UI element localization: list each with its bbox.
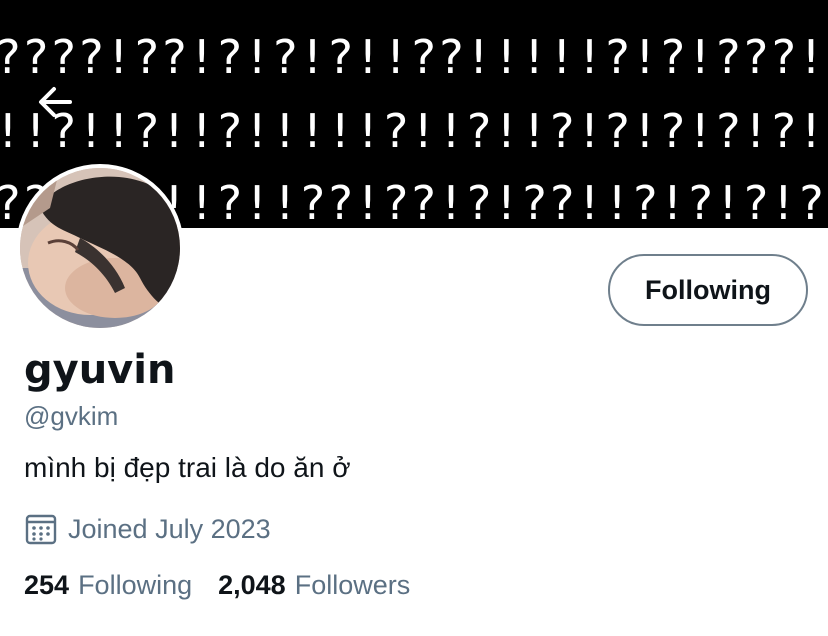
avatar-image [20,168,180,328]
back-button[interactable] [34,80,78,124]
profile-stats: 254 Following 2,048 Followers [24,572,436,599]
following-stat-link[interactable]: 254 Following [24,572,192,599]
following-count: 254 [24,570,70,600]
arrow-left-icon [39,87,72,117]
user-handle: @gvkim [24,401,119,431]
banner-text-line-2: !!?!!?!!?!!!!!?!!?!!?!?!?!?!?!?!!?!?!!!?… [0,104,828,158]
calendar-icon [25,514,57,545]
followers-label: Followers [294,570,411,600]
joined-date: Joined July 2023 [24,512,271,546]
avatar[interactable] [16,164,184,332]
followers-stat-link[interactable]: 2,048 Followers [218,572,410,599]
following-button[interactable]: Following [608,254,808,326]
display-name: gyuvin [24,347,176,393]
followers-count: 2,048 [218,570,286,600]
joined-text: Joined July 2023 [68,513,271,544]
banner-text-line-1: ????!??!?!?!?!!??!!!!!?!?!???!?!!!!!?!??… [0,30,828,84]
following-label: Following [78,570,193,600]
profile-bio: mình bị đẹp trai là do ăn ở [24,452,351,483]
